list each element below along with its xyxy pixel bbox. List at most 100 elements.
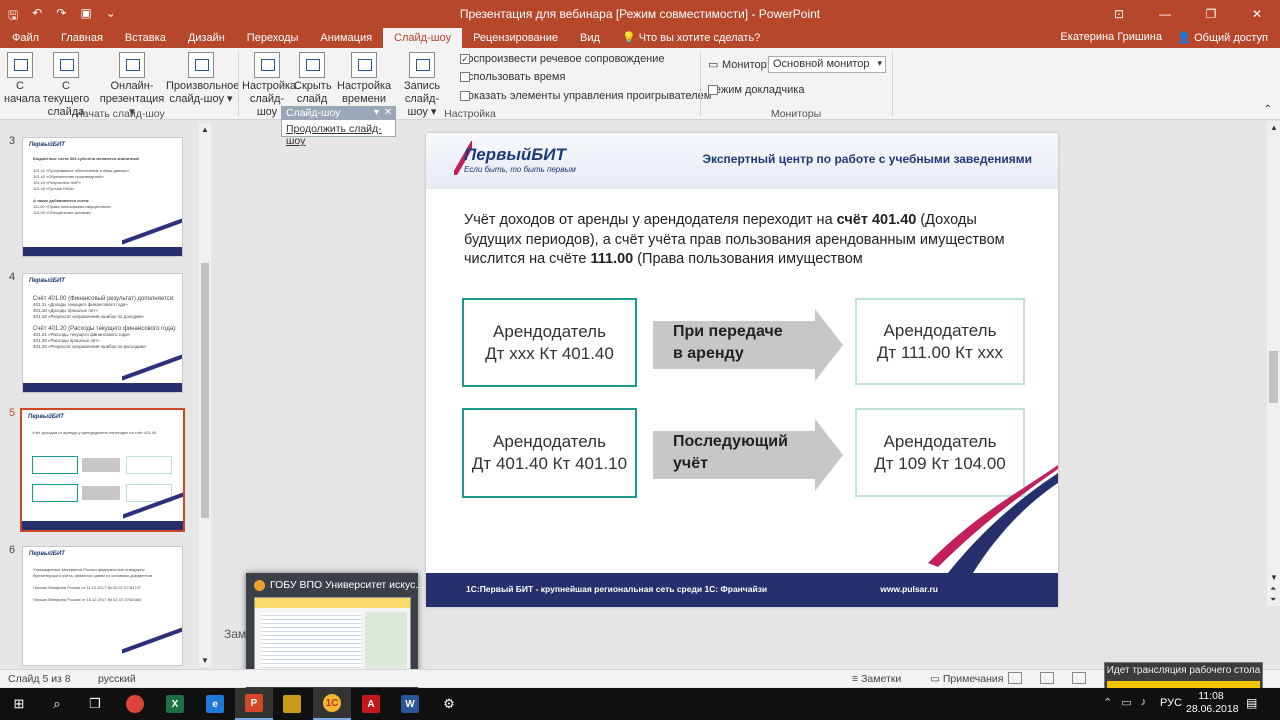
close-icon[interactable]: ✕	[384, 107, 392, 118]
tab-design[interactable]: Дизайн	[177, 28, 236, 48]
start-button[interactable]: ⊞	[0, 688, 38, 720]
thumbnails-scrollbar[interactable]: ▲ ▼	[199, 123, 211, 667]
btn-label: Настройка	[242, 80, 297, 92]
restore-button[interactable]: ❐	[1188, 0, 1234, 28]
row1-right-box[interactable]: Арендодатель Дт 111.00 Кт ххх	[855, 298, 1025, 385]
thumb-swoosh	[122, 342, 182, 382]
taskbar-word[interactable]: W	[391, 688, 429, 720]
normal-view-icon[interactable]	[1008, 672, 1022, 684]
task-view-button[interactable]: ❐	[76, 688, 114, 720]
tab-animations[interactable]: Анимация	[309, 28, 383, 48]
close-button[interactable]: ✕	[1234, 0, 1280, 28]
slideshow-start-icon	[7, 52, 33, 78]
slide-thumbnail-3[interactable]: ПервыйБИТ Бюджетные счета 304 субсчёта м…	[22, 137, 183, 257]
row2-arrow[interactable]: Последующий учёт	[653, 419, 843, 491]
current-slide[interactable]: ПервыйБИТ Если быть, то быть первым Эксп…	[426, 133, 1058, 607]
slide-thumbnail-6[interactable]: ПервыйБИТ Утвержденные Минфином России ф…	[22, 546, 183, 666]
show-media-controls-checkbox[interactable]: Показать элементы управления проигрывате…	[460, 90, 711, 102]
body-text-part: Учёт доходов от аренды у арендодателя пе…	[464, 212, 837, 228]
ribbon-display-options-icon[interactable]: ⊡	[1096, 0, 1142, 28]
scroll-down-icon[interactable]: ▼	[201, 656, 209, 665]
thumb-footer	[22, 521, 183, 530]
tab-transitions[interactable]: Переходы	[236, 28, 310, 48]
row1-left-box[interactable]: Арендодатель Дт ххх Кт 401.40	[462, 298, 637, 387]
custom-slideshow-button[interactable]: Произвольное слайд-шоу ▾	[166, 52, 239, 106]
monitor-select[interactable]: Основной монитор	[768, 56, 886, 73]
notes-button[interactable]: ≡ Заметки	[852, 673, 901, 685]
slide-body-text[interactable]: Учёт доходов от аренды у арендодателя пе…	[464, 211, 1024, 270]
taskbar-app-2[interactable]: ⚙	[430, 688, 468, 720]
row2-left-box[interactable]: Арендодатель Дт 401.40 Кт 401.10	[462, 408, 637, 498]
thumb-line: 101.x3 «Результаты НИР»	[33, 180, 81, 185]
reading-view-icon[interactable]	[1072, 672, 1086, 684]
record-icon	[409, 52, 435, 78]
search-button[interactable]: ⌕	[38, 688, 76, 720]
network-icon[interactable]: ▭	[1121, 696, 1131, 709]
taskbar-acrobat[interactable]: A	[352, 688, 390, 720]
thumb-line: Письмо Минфина России от 11.12.2017 № 02…	[33, 585, 141, 590]
prev-slide-icon[interactable]: ⏶	[1270, 584, 1276, 594]
scroll-down-icon[interactable]: ▼	[1270, 573, 1278, 582]
btn-label: Запись слайд-	[403, 80, 441, 105]
thumb-logo: ПервыйБИТ	[29, 551, 65, 557]
taskbar-powerpoint[interactable]: P	[235, 688, 273, 720]
tab-slide-show[interactable]: Слайд-шоу	[383, 28, 463, 48]
slide-sorter-icon[interactable]	[1040, 672, 1054, 684]
scroll-up-icon[interactable]: ▲	[201, 125, 209, 134]
scroll-up-icon[interactable]: ▲	[1270, 123, 1278, 132]
from-beginning-button[interactable]: Сначала	[4, 52, 40, 106]
tab-view[interactable]: Вид	[569, 28, 611, 48]
share-label: Общий доступ	[1194, 32, 1268, 44]
thumb-line: 101.x1 «Программное обеспечение и базы д…	[33, 168, 130, 173]
slide-thumbnail-4[interactable]: ПервыйБИТ Счёт 401.00 (Финансовый резуль…	[22, 273, 183, 393]
editor-scrollbar[interactable]: ▲ ▼ ⏶ ⏷	[1267, 121, 1280, 606]
share-button[interactable]: 👤 Общий доступ	[1177, 31, 1268, 44]
system-clock[interactable]: 11:08 28.06.2018	[1186, 690, 1239, 716]
volume-icon[interactable]: ♪	[1141, 696, 1147, 709]
next-slide-icon[interactable]: ⏷	[1270, 595, 1276, 605]
preview-title-text: ГОБУ ВПО Университет искус...	[270, 579, 425, 591]
user-name[interactable]: Екатерина Гришина	[1060, 31, 1162, 43]
hide-slide-button[interactable]: Скрыть слайд	[294, 52, 332, 106]
keyboard-language[interactable]: РУС	[1160, 697, 1182, 709]
minimize-button[interactable]: —	[1142, 0, 1188, 28]
setup-show-icon	[254, 52, 280, 78]
preview-title: ГОБУ ВПО Университет искус...	[254, 579, 424, 591]
language-indicator[interactable]: русский	[98, 673, 136, 685]
ribbon-tabs: Файл Главная Вставка Дизайн Переходы Ани…	[0, 28, 1280, 48]
collapse-ribbon-icon[interactable]: ⌃	[1264, 104, 1272, 115]
thumb-line: 101.x5 «Прочие НМА»	[33, 186, 75, 191]
brand-name: ПервыйБИТ	[464, 145, 566, 164]
footer-url: www.pulsar.ru	[880, 584, 938, 594]
dropdown-icon[interactable]: ▾	[374, 107, 379, 118]
use-timings-checkbox[interactable]: Использовать время	[460, 71, 565, 83]
app-1c-icon: 1С	[323, 694, 341, 712]
narration-checkbox[interactable]: ✓ Воспроизвести речевое сопровождение	[460, 53, 665, 65]
taskbar-1c[interactable]: 1С	[313, 688, 351, 720]
comments-button[interactable]: ▭ Примечания	[930, 673, 1003, 685]
resume-slideshow-button[interactable]: Продолжить слайд-шоу	[286, 123, 395, 147]
arrow-line: Последующий	[673, 433, 788, 450]
taskbar-excel[interactable]: X	[156, 688, 194, 720]
arrow-text: При передаче в аренду	[673, 321, 783, 365]
btn-label: Онлайн-	[110, 80, 154, 92]
thumb-box	[32, 484, 78, 502]
group-separator	[238, 52, 239, 116]
scroll-thumb[interactable]	[1269, 351, 1278, 403]
tab-home[interactable]: Главная	[50, 28, 114, 48]
taskbar-app-1[interactable]	[273, 688, 311, 720]
tab-insert[interactable]: Вставка	[114, 28, 177, 48]
taskbar-edge[interactable]: e	[196, 688, 234, 720]
tab-file[interactable]: Файл	[0, 28, 50, 48]
tell-me-search[interactable]: 💡 Что вы хотите сделать?	[611, 28, 771, 48]
slide-thumbnail-5-selected[interactable]: ПервыйБИТ Учёт доходов от аренды у аренд…	[20, 408, 185, 532]
scroll-thumb[interactable]	[201, 263, 209, 518]
notifications-icon[interactable]: ▤	[1246, 696, 1257, 710]
slideshow-current-icon	[53, 52, 79, 78]
tray-expand-icon[interactable]: ⌃	[1103, 696, 1112, 709]
tab-review[interactable]: Рецензирование	[462, 28, 569, 48]
rehearse-timings-button[interactable]: Настройка времени	[337, 52, 391, 106]
row1-arrow[interactable]: При передаче в аренду	[653, 309, 843, 381]
taskbar-chrome[interactable]	[116, 688, 154, 720]
presenter-view-checkbox[interactable]: Режим докладчика	[708, 84, 804, 96]
